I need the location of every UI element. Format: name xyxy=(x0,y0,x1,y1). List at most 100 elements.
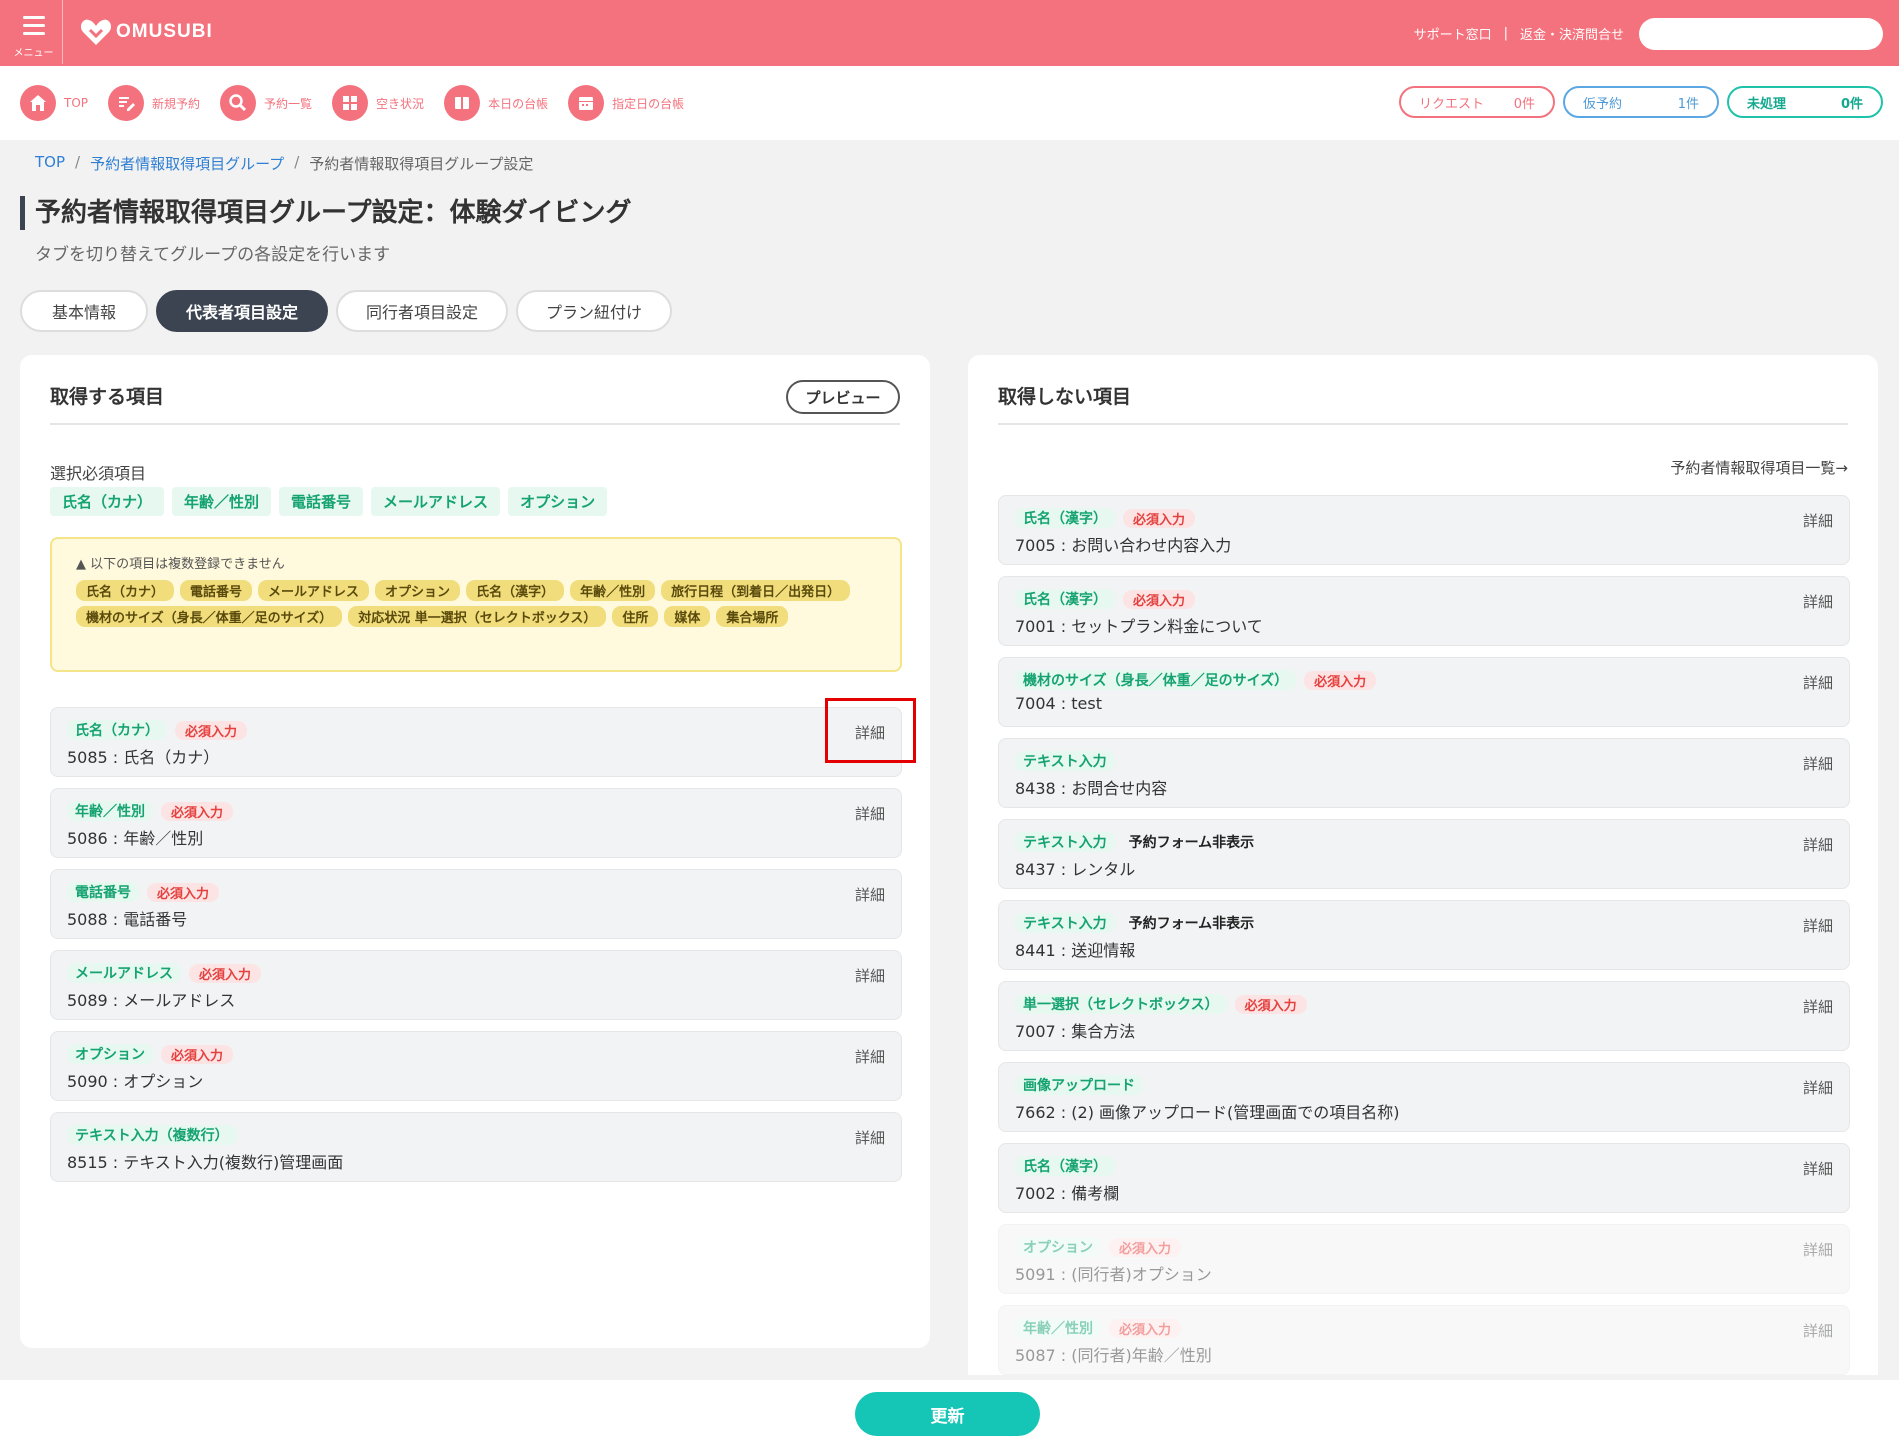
detail-button[interactable]: 詳細 xyxy=(1803,1077,1833,1098)
home-icon xyxy=(20,85,56,121)
list-item[interactable]: 年齢／性別 必須入力 5087 : (同行者)年齢／性別 詳細 xyxy=(998,1305,1850,1375)
detail-button[interactable]: 詳細 xyxy=(855,803,885,824)
required-chip: 電話番号 xyxy=(279,487,364,516)
tab-plan-link[interactable]: プラン紐付け xyxy=(516,290,672,332)
tab-bar: 基本情報 代表者項目設定 同行者項目設定 プラン紐付け xyxy=(20,290,680,332)
detail-button[interactable]: 詳細 xyxy=(855,965,885,986)
item-type-tag: 年齢／性別 xyxy=(1015,1318,1101,1338)
logo[interactable]: OMUSUBI xyxy=(80,18,213,46)
item-type-tag: 氏名（漢字） xyxy=(1015,508,1115,528)
item-name: 7005 : お問い合わせ内容入力 xyxy=(1015,536,1232,555)
warning-chip: 対応状況 単一選択（セレクトボックス） xyxy=(348,606,607,627)
list-item[interactable]: オプション 必須入力 5090 : オプション 詳細 xyxy=(50,1031,902,1101)
main-nav: TOP 新規予約 予約一覧 空き状況 本日の台帳 指定日の台帳 リクエスト 0件… xyxy=(0,66,1899,140)
breadcrumb-group[interactable]: 予約者情報取得項目グループ xyxy=(90,153,284,174)
detail-button[interactable]: 詳細 xyxy=(855,1127,885,1148)
item-type-tag: 単一選択（セレクトボックス） xyxy=(1015,994,1227,1014)
panel-title: 取得しない項目 xyxy=(998,386,1132,408)
app-header: メニュー OMUSUBI サポート窓口 | 返金・決済問合せ xyxy=(0,0,1899,66)
item-name: 5086 : 年齢／性別 xyxy=(67,829,204,848)
item-name: 5085 : 氏名（カナ） xyxy=(67,748,220,767)
preview-button[interactable]: プレビュー xyxy=(786,380,900,414)
list-item[interactable]: オプション 必須入力 5091 : (同行者)オプション 詳細 xyxy=(998,1224,1850,1294)
detail-button[interactable]: 詳細 xyxy=(1803,996,1833,1017)
detail-button[interactable]: 詳細 xyxy=(1803,672,1833,693)
item-type-tag: 電話番号 xyxy=(67,882,139,902)
item-name: 7007 : 集合方法 xyxy=(1015,1022,1136,1041)
required-tag: 必須入力 xyxy=(1109,1318,1182,1338)
warning-chip: 集合場所 xyxy=(716,606,789,627)
temp-reservation-pill[interactable]: 仮予約 1件 xyxy=(1563,86,1719,118)
list-item[interactable]: テキスト入力 予約フォーム非表示 8441 : 送迎情報 詳細 xyxy=(998,900,1850,970)
detail-button[interactable]: 詳細 xyxy=(1803,753,1833,774)
acquired-items-panel: 取得する項目 プレビュー 選択必須項目 氏名（カナ） 年齢／性別 電話番号 メー… xyxy=(20,355,930,1348)
warning-chip: 機材のサイズ（身長／体重／足のサイズ） xyxy=(76,606,343,627)
tab-representative-items[interactable]: 代表者項目設定 xyxy=(156,290,328,332)
list-item[interactable]: 電話番号 必須入力 5088 : 電話番号 詳細 xyxy=(50,869,902,939)
list-item[interactable]: 氏名（カナ） 必須入力 5085 : 氏名（カナ） 詳細 xyxy=(50,707,902,777)
warning-chip: 氏名（漢字） xyxy=(466,580,565,601)
tab-basic-info[interactable]: 基本情報 xyxy=(20,290,148,332)
pill-count: 0件 xyxy=(1840,96,1863,112)
menu-button[interactable]: メニュー xyxy=(5,0,63,64)
nav-top[interactable]: TOP xyxy=(20,85,88,121)
detail-button[interactable]: 詳細 xyxy=(855,884,885,905)
list-item[interactable]: 機材のサイズ（身長／体重／足のサイズ） 必須入力 7004 : test 詳細 xyxy=(998,657,1850,727)
list-item[interactable]: 画像アップロード 7662 : (2) 画像アップロード(管理画面での項目名称)… xyxy=(998,1062,1850,1132)
pending-pill[interactable]: 未処理 0件 xyxy=(1727,86,1883,118)
breadcrumb-top[interactable]: TOP xyxy=(35,153,65,174)
refund-link[interactable]: 返金・決済問合せ xyxy=(1520,24,1624,43)
status-pills: リクエスト 0件 仮予約 1件 未処理 0件 xyxy=(1391,86,1883,118)
detail-button[interactable]: 詳細 xyxy=(1803,1239,1833,1260)
support-link[interactable]: サポート窓口 xyxy=(1414,24,1492,43)
nav-date-ledger[interactable]: 指定日の台帳 xyxy=(568,85,684,121)
list-item[interactable]: テキスト入力（複数行） 8515 : テキスト入力(複数行)管理画面 詳細 xyxy=(50,1112,902,1182)
update-button[interactable]: 更新 xyxy=(855,1392,1040,1436)
list-item[interactable]: 氏名（漢字） 必須入力 7005 : お問い合わせ内容入力 詳細 xyxy=(998,495,1850,565)
list-item[interactable]: テキスト入力 8438 : お問合せ内容 詳細 xyxy=(998,738,1850,808)
item-list-link[interactable]: 予約者情報取得項目一覧→ xyxy=(1670,457,1848,478)
breadcrumb-current: 予約者情報取得項目グループ設定 xyxy=(309,155,534,173)
item-type-tag: 機材のサイズ（身長／体重／足のサイズ） xyxy=(1015,670,1297,690)
detail-button[interactable]: 詳細 xyxy=(1803,1158,1833,1179)
item-type-tag: 画像アップロード xyxy=(1015,1075,1143,1095)
header-search-input[interactable] xyxy=(1639,18,1883,50)
warning-chip: 氏名（カナ） xyxy=(76,580,175,601)
detail-button[interactable]: 詳細 xyxy=(855,722,885,743)
list-item[interactable]: テキスト入力 予約フォーム非表示 8437 : レンタル 詳細 xyxy=(998,819,1850,889)
required-tag: 必須入力 xyxy=(1234,994,1307,1014)
nav-availability[interactable]: 空き状況 xyxy=(332,85,424,121)
warning-chip: 電話番号 xyxy=(180,580,253,601)
item-name: 7001 : セットプラン料金について xyxy=(1015,617,1263,636)
heart-logo-icon xyxy=(80,19,112,45)
nav-reservation-list[interactable]: 予約一覧 xyxy=(220,85,312,121)
request-pill[interactable]: リクエスト 0件 xyxy=(1399,86,1555,118)
required-chip: 氏名（カナ） xyxy=(50,487,165,516)
required-tag: 必須入力 xyxy=(189,963,262,983)
nav-new-reservation[interactable]: 新規予約 xyxy=(108,85,200,121)
list-item[interactable]: 氏名（漢字） 必須入力 7001 : セットプラン料金について 詳細 xyxy=(998,576,1850,646)
logo-text: OMUSUBI xyxy=(116,21,213,42)
list-item[interactable]: 単一選択（セレクトボックス） 必須入力 7007 : 集合方法 詳細 xyxy=(998,981,1850,1051)
required-label: 選択必須項目 xyxy=(50,464,147,483)
nav-today-ledger[interactable]: 本日の台帳 xyxy=(444,85,548,121)
item-name: 8438 : お問合せ内容 xyxy=(1015,779,1168,798)
nav-label: 本日の台帳 xyxy=(488,96,549,111)
panel-title: 取得する項目 xyxy=(50,386,165,408)
required-chip: メールアドレス xyxy=(371,487,501,516)
tab-companion-items[interactable]: 同行者項目設定 xyxy=(336,290,508,332)
panel-header: 取得しない項目 xyxy=(998,377,1848,425)
pill-count: 1件 xyxy=(1677,96,1699,112)
detail-button[interactable]: 詳細 xyxy=(1803,915,1833,936)
detail-button[interactable]: 詳細 xyxy=(1803,591,1833,612)
page-title: 予約者情報取得項目グループ設定：体験ダイビング xyxy=(20,196,631,230)
edit-icon xyxy=(108,85,145,121)
detail-button[interactable]: 詳細 xyxy=(1803,510,1833,531)
detail-button[interactable]: 詳細 xyxy=(1803,1320,1833,1341)
detail-button[interactable]: 詳細 xyxy=(855,1046,885,1067)
required-tag: 必須入力 xyxy=(1123,508,1196,528)
detail-button[interactable]: 詳細 xyxy=(1803,834,1833,855)
list-item[interactable]: メールアドレス 必須入力 5089 : メールアドレス 詳細 xyxy=(50,950,902,1020)
list-item[interactable]: 年齢／性別 必須入力 5086 : 年齢／性別 詳細 xyxy=(50,788,902,858)
list-item[interactable]: 氏名（漢字） 7002 : 備考欄 詳細 xyxy=(998,1143,1850,1213)
